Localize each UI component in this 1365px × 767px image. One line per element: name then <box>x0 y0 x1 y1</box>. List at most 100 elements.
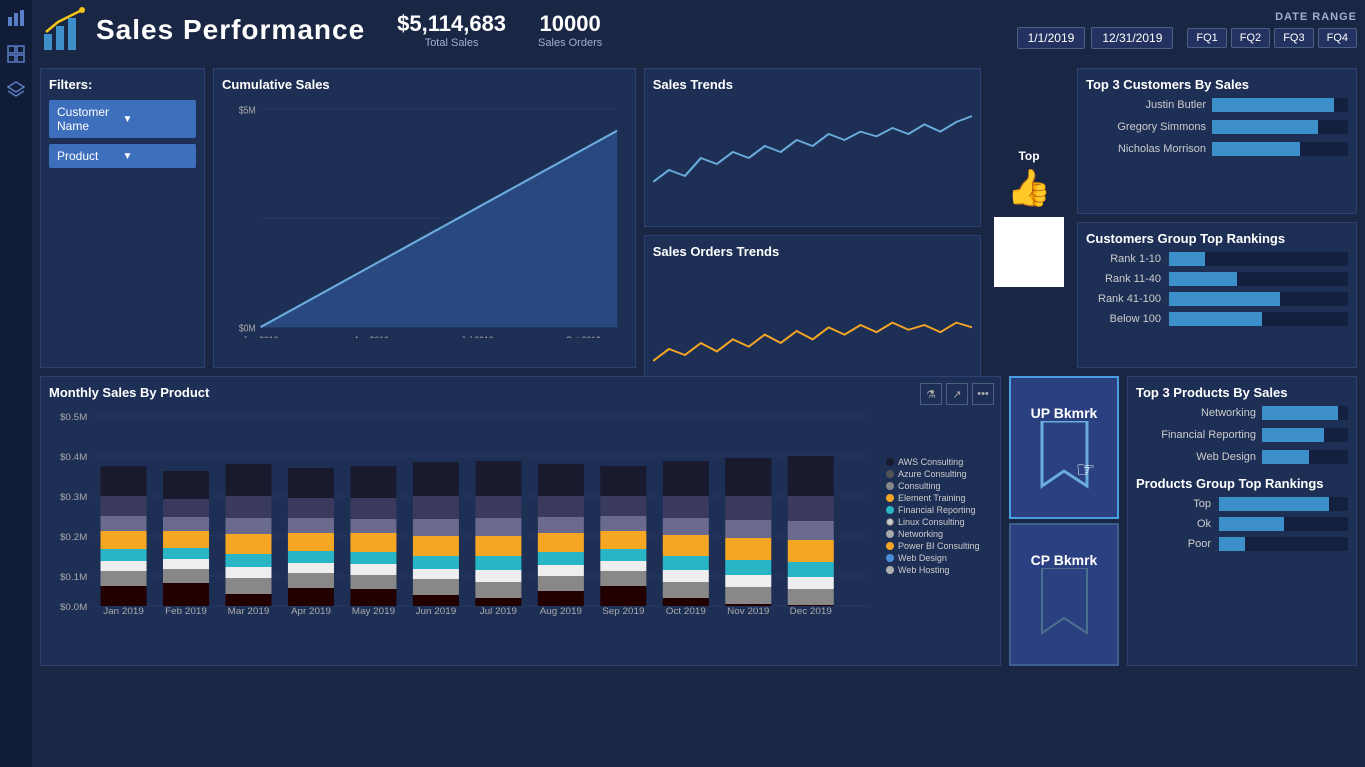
svg-text:Apr 2019: Apr 2019 <box>291 606 331 616</box>
monthly-legend: AWS Consulting Azure Consulting Consulti… <box>882 406 992 626</box>
rank-bar-1 <box>1169 272 1237 286</box>
top3-customer-name-2: Nicholas Morrison <box>1086 143 1206 155</box>
legend-dot-element <box>886 494 894 502</box>
top3-products-title: Top 3 Products By Sales <box>1136 385 1348 400</box>
bookmark-column: UP Bkmrk ☞ CP Bkmrk <box>1009 376 1119 666</box>
top3-product-bar-0 <box>1262 406 1338 420</box>
more-icon-btn[interactable]: ••• <box>972 383 994 405</box>
svg-text:Feb 2019: Feb 2019 <box>165 606 207 616</box>
cumulative-sales-chart: $5M $0M Jan 2019 Apr 2019 Jul 2019 Oct 2… <box>222 98 627 338</box>
legend-webhosting: Web Hosting <box>886 565 988 575</box>
sidebar-icon-layers[interactable] <box>6 80 26 100</box>
filters-title: Filters: <box>49 77 196 92</box>
legend-aws: AWS Consulting <box>886 457 988 467</box>
svg-text:Dec 2019: Dec 2019 <box>790 606 832 616</box>
sidebar <box>0 0 32 767</box>
date-start[interactable]: 1/1/2019 <box>1017 27 1086 49</box>
quarter-buttons: FQ1 FQ2 FQ3 FQ4 <box>1187 28 1357 48</box>
rank-bar-container-2 <box>1169 292 1348 306</box>
top3-product-bar-container-1 <box>1262 428 1348 442</box>
top3-product-bar-1 <box>1262 428 1324 442</box>
date-end[interactable]: 12/31/2019 <box>1091 27 1173 49</box>
product-rank-bar-2 <box>1219 537 1245 551</box>
sales-orders-trends-panel: Sales Orders Trends <box>644 235 981 394</box>
header: Sales Performance $5,114,683 Total Sales… <box>40 6 1357 60</box>
cp-bkmrk-label: CP Bkmrk <box>1031 552 1098 568</box>
sales-orders-stat: 10000 Sales Orders <box>538 11 602 49</box>
svg-text:Jul 2019: Jul 2019 <box>480 606 517 616</box>
svg-text:Jul 2019: Jul 2019 <box>461 335 494 338</box>
legend-networking: Networking <box>886 529 988 539</box>
svg-text:$0.1M: $0.1M <box>60 572 88 582</box>
svg-text:Nov 2019: Nov 2019 <box>727 606 769 616</box>
top3-customer-name-1: Gregory Simmons <box>1086 121 1206 133</box>
top3-bar-container-0 <box>1212 98 1348 112</box>
up-bkmrk-label: UP Bkmrk <box>1031 405 1098 421</box>
thumb-icon: 👍 <box>1007 167 1052 209</box>
product-filter[interactable]: Product ▼ <box>49 144 196 168</box>
customer-group-title: Customers Group Top Rankings <box>1086 231 1348 246</box>
svg-text:$0.5M: $0.5M <box>60 412 88 422</box>
fq1-button[interactable]: FQ1 <box>1187 28 1226 48</box>
sales-trends-title: Sales Trends <box>653 77 972 92</box>
date-range-label: DATE RANGE <box>1275 11 1357 23</box>
legend-dot-powerbi <box>886 542 894 550</box>
page-title: Sales Performance <box>96 14 365 46</box>
svg-text:$0.4M: $0.4M <box>60 452 88 462</box>
product-rank-bar-container-2 <box>1219 537 1348 551</box>
top3-product-name-0: Networking <box>1136 407 1256 419</box>
rank-label-1: Rank 11-40 <box>1086 273 1161 285</box>
legend-consulting: Consulting <box>886 481 988 491</box>
legend-dot-aws <box>886 458 894 466</box>
rank-label-2: Rank 41-100 <box>1086 293 1161 305</box>
product-rank-bar-container-0 <box>1219 497 1348 511</box>
legend-dot-webhosting <box>886 566 894 574</box>
product-rank-label-1: Ok <box>1136 518 1211 530</box>
fq3-button[interactable]: FQ3 <box>1274 28 1313 48</box>
product-rank-bar-0 <box>1219 497 1329 511</box>
up-bkmrk-panel[interactable]: UP Bkmrk ☞ <box>1009 376 1119 519</box>
export-icon-btn[interactable]: ↗ <box>946 383 968 405</box>
product-rank-bar-1 <box>1219 517 1284 531</box>
product-rank-row-0: Top <box>1136 497 1348 511</box>
top3-customer-row-2: Nicholas Morrison <box>1086 142 1348 156</box>
rank-bar-container-0 <box>1169 252 1348 266</box>
top3-product-name-1: Financial Reporting <box>1136 429 1256 441</box>
bottom-row: Monthly Sales By Product ⚗ ↗ ••• <box>40 376 1357 666</box>
sales-orders-trends-title: Sales Orders Trends <box>653 244 972 259</box>
total-sales-value: $5,114,683 <box>397 11 506 37</box>
filters-panel: Filters: Customer Name ▼ Product ▼ <box>40 68 205 368</box>
legend-webdesign: Web Design <box>886 553 988 563</box>
filter-icon-btn[interactable]: ⚗ <box>920 383 942 405</box>
thumb-label: Top <box>1018 149 1039 163</box>
svg-text:Jan 2019: Jan 2019 <box>243 335 279 338</box>
svg-text:Oct 2019: Oct 2019 <box>666 606 706 616</box>
sidebar-icon-chart[interactable] <box>6 8 26 28</box>
svg-text:$0.2M: $0.2M <box>60 532 88 542</box>
product-rank-label-0: Top <box>1136 498 1211 510</box>
top-row: Filters: Customer Name ▼ Product ▼ Cumul… <box>40 68 1357 368</box>
rank-bar-container-3 <box>1169 312 1348 326</box>
svg-text:$5M: $5M <box>239 105 256 116</box>
cp-bkmrk-panel[interactable]: CP Bkmrk <box>1009 523 1119 666</box>
svg-text:$0.0M: $0.0M <box>60 602 88 612</box>
product-rank-bar-container-1 <box>1219 517 1348 531</box>
legend-dot-linux <box>886 518 894 526</box>
top3-products-panel: Top 3 Products By Sales Networking Finan… <box>1127 376 1357 666</box>
sidebar-icon-grid[interactable] <box>6 44 26 64</box>
svg-text:Sep 2019: Sep 2019 <box>602 606 644 616</box>
top3-customer-row-0: Justin Butler <box>1086 98 1348 112</box>
svg-text:Oct 2019: Oct 2019 <box>566 335 601 338</box>
top3-bar-container-2 <box>1212 142 1348 156</box>
legend-dot-webdesign <box>886 554 894 562</box>
legend-azure: Azure Consulting <box>886 469 988 479</box>
rank-row-1: Rank 11-40 <box>1086 272 1348 286</box>
legend-dot-consulting <box>886 482 894 490</box>
customer-name-filter[interactable]: Customer Name ▼ <box>49 100 196 138</box>
legend-powerbi: Power BI Consulting <box>886 541 988 551</box>
top3-product-row-1: Financial Reporting <box>1136 428 1348 442</box>
fq4-button[interactable]: FQ4 <box>1318 28 1357 48</box>
rank-label-3: Below 100 <box>1086 313 1161 325</box>
date-range-row: 1/1/2019 12/31/2019 FQ1 FQ2 FQ3 FQ4 <box>1017 27 1357 49</box>
fq2-button[interactable]: FQ2 <box>1231 28 1270 48</box>
